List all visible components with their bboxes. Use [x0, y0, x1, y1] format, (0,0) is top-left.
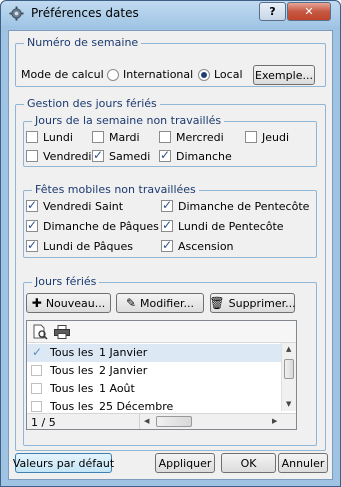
apply-button[interactable]: Appliquer: [155, 453, 215, 473]
preview-icon[interactable]: [33, 324, 48, 340]
print-icon[interactable]: [54, 325, 70, 339]
row-date: 25 Décembre: [99, 400, 174, 413]
checkbox-lundi-paques[interactable]: [26, 238, 38, 252]
ok-button[interactable]: OK: [221, 453, 276, 473]
close-button[interactable]: ✕: [287, 2, 331, 21]
plus-icon: ✚: [31, 296, 42, 310]
edit-holiday-button[interactable]: ✎ Modifier...: [116, 293, 204, 313]
horizontal-scrollbar[interactable]: ◀ ▶: [139, 414, 281, 429]
table-row[interactable]: Tous les 1 Août: [27, 380, 296, 398]
checkbox-dimanche-pentecote[interactable]: [161, 198, 173, 212]
row-date: 1 Janvier: [99, 346, 148, 359]
week-number-group: Numéro de semaine Mode de calcul : Inter…: [15, 36, 326, 87]
checkbox-ascension-label[interactable]: Ascension: [178, 240, 234, 253]
vertical-scrollbar[interactable]: ▲ ▼: [281, 343, 296, 411]
list-footer-bar: 1 / 5 ◀ ▶: [27, 413, 296, 429]
table-row[interactable]: Tous les 1 Janvier: [27, 344, 296, 362]
week-number-legend: Numéro de semaine: [24, 36, 142, 49]
dialog-window: Préférences dates ? ✕ Numéro de semaine …: [0, 0, 341, 487]
row-date: 2 Janvier: [99, 364, 148, 377]
checkbox-dimanche-label[interactable]: Dimanche: [176, 150, 232, 163]
delete-holiday-button-label: Supprimer...: [228, 296, 296, 310]
row-check[interactable]: [31, 383, 42, 394]
mobile-feasts-group: Fêtes mobiles non travaillées Vendredi S…: [23, 183, 317, 258]
row-date: 1 Août: [99, 382, 135, 395]
new-holiday-button-label: Nouveau...: [45, 296, 106, 310]
gear-icon: [9, 6, 24, 21]
checkbox-ascension[interactable]: [161, 238, 173, 252]
checkbox-vendredi[interactable]: [26, 150, 38, 162]
calc-mode-label: Mode de calcul :: [21, 68, 111, 81]
scroll-left-icon[interactable]: ◀: [144, 417, 149, 425]
checkbox-dimanche-pentecote-label[interactable]: Dimanche de Pentecôte: [178, 200, 309, 213]
public-holidays-group: Jours fériés ✚ Nouveau... ✎ Modifier... …: [23, 275, 317, 446]
checkbox-jeudi-label[interactable]: Jeudi: [262, 131, 289, 144]
new-holiday-button[interactable]: ✚ Nouveau...: [26, 293, 111, 313]
trash-icon: 🗑: [209, 296, 225, 310]
row-frequency: Tous les: [50, 346, 94, 359]
window-title: Préférences dates: [31, 6, 139, 20]
pencil-icon: ✎: [125, 296, 137, 310]
scroll-right-icon[interactable]: ▶: [272, 417, 277, 425]
checkbox-vendredi-saint[interactable]: [26, 198, 38, 212]
defaults-button[interactable]: Valeurs par défaut: [13, 453, 114, 473]
row-check[interactable]: [31, 365, 42, 376]
checkbox-mardi-label[interactable]: Mardi: [109, 131, 140, 144]
delete-holiday-button[interactable]: 🗑 Supprimer...: [209, 293, 296, 313]
row-frequency: Tous les: [50, 400, 94, 413]
scroll-down-icon[interactable]: ▼: [286, 400, 291, 408]
checkbox-mardi[interactable]: [92, 131, 104, 143]
checkbox-mercredi-label[interactable]: Mercredi: [176, 131, 224, 144]
row-frequency: Tous les: [50, 364, 94, 377]
checkbox-lundi-pentecote-label[interactable]: Lundi de Pentecôte: [178, 220, 284, 233]
radio-international[interactable]: [107, 69, 119, 81]
row-check[interactable]: [31, 345, 42, 359]
checkbox-dimanche[interactable]: [159, 148, 171, 162]
radio-local-label[interactable]: Local: [214, 68, 243, 81]
row-check[interactable]: [31, 401, 42, 412]
scroll-up-icon[interactable]: ▲: [286, 345, 291, 353]
checkbox-samedi-label[interactable]: Samedi: [109, 150, 150, 163]
checkbox-lundi-pentecote[interactable]: [161, 218, 173, 232]
help-button[interactable]: ?: [259, 2, 286, 21]
radio-international-label[interactable]: International: [123, 68, 193, 81]
mobile-feasts-legend: Fêtes mobiles non travaillées: [32, 183, 199, 196]
public-holidays-legend: Jours fériés: [32, 275, 100, 288]
checkbox-vendredi-label[interactable]: Vendredi: [43, 150, 91, 163]
holidays-list[interactable]: Tous les 1 Janvier Tous les 2 Janvier To…: [26, 320, 297, 430]
checkbox-lundi-label[interactable]: Lundi: [43, 131, 73, 144]
edit-holiday-button-label: Modifier...: [140, 296, 195, 310]
list-toolbar: [27, 321, 296, 343]
vertical-scroll-thumb[interactable]: [284, 359, 294, 379]
table-row[interactable]: Tous les 2 Janvier: [27, 362, 296, 380]
checkbox-vendredi-saint-label[interactable]: Vendredi Saint: [43, 200, 123, 213]
holidays-legend: Gestion des jours fériés: [24, 97, 160, 110]
checkbox-jeudi[interactable]: [245, 131, 257, 143]
weekdays-group: Jours de la semaine non travaillés Lundi…: [23, 114, 317, 167]
horizontal-scroll-thumb[interactable]: [156, 416, 192, 427]
cancel-button[interactable]: Annuler: [278, 453, 328, 473]
checkbox-lundi-paques-label[interactable]: Lundi de Pâques: [43, 240, 133, 253]
checkbox-samedi[interactable]: [92, 148, 104, 162]
radio-local[interactable]: [198, 69, 210, 81]
dialog-body: Numéro de semaine Mode de calcul : Inter…: [8, 30, 333, 480]
checkbox-dimanche-paques[interactable]: [26, 218, 38, 232]
holidays-group: Gestion des jours fériés Jours de la sem…: [15, 97, 326, 451]
checkbox-lundi[interactable]: [26, 131, 38, 143]
example-button[interactable]: Exemple...: [253, 65, 315, 85]
checkbox-mercredi[interactable]: [159, 131, 171, 143]
weekdays-legend: Jours de la semaine non travaillés: [32, 114, 225, 127]
row-frequency: Tous les: [50, 382, 94, 395]
pager-label: 1 / 5: [31, 416, 56, 429]
title-bar[interactable]: Préférences dates ? ✕: [1, 1, 340, 26]
checkbox-dimanche-paques-label[interactable]: Dimanche de Pâques: [43, 220, 159, 233]
